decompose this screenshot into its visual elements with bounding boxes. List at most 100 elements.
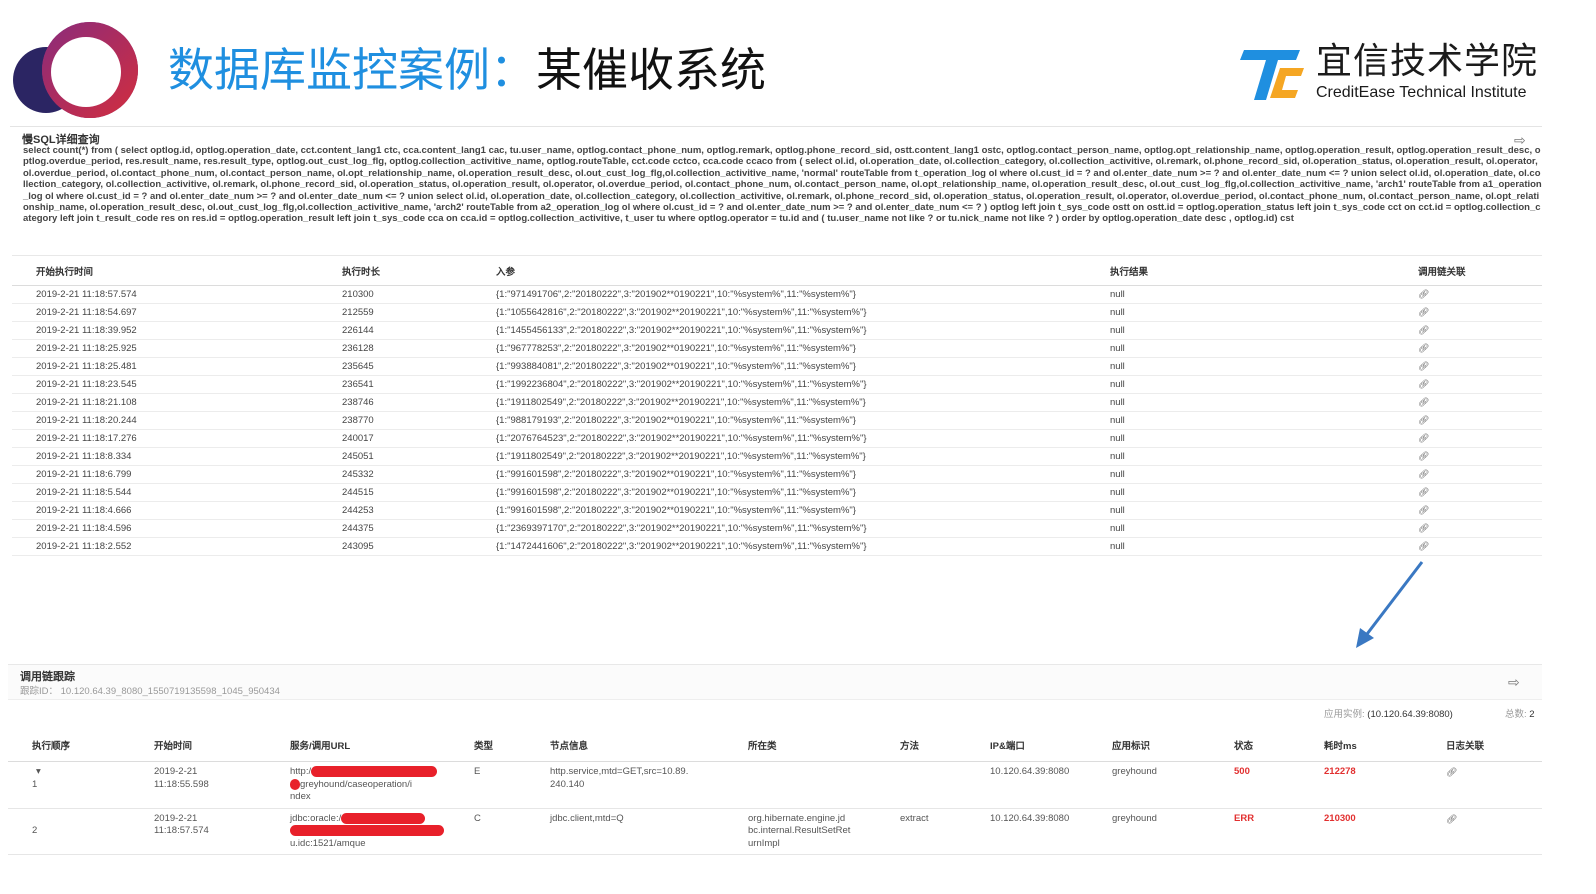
link-icon[interactable]: 🔗︎ <box>1446 767 1457 777</box>
ip-cell: 10.120.64.39:8080 <box>966 808 1088 856</box>
link-icon[interactable]: 🔗︎ <box>1418 307 1429 317</box>
params-cell: {1:"1911802549",2:"20180222",3:"201902**… <box>472 447 1086 466</box>
log-link-cell: 🔗︎ <box>1422 808 1542 856</box>
table-row: 2019-2-21 11:18:25.481 235645 {1:"99388408… <box>12 357 1542 376</box>
start-time-cell: 2019-2-21 11:18:5.544 <box>12 483 318 502</box>
column-header: 节点信息 <box>526 729 724 762</box>
column-header: 执行时长 <box>318 255 472 286</box>
result-cell: null <box>1086 321 1394 340</box>
slow-sql-panel: 慢SQL详细查询 ⇨ select count(*) from ( select… <box>10 126 1542 563</box>
duration-cell: 243095 <box>318 537 472 556</box>
start-time-cell: 2019-2-21 11:18:20.244 <box>12 411 318 430</box>
start-time-cell: 2019-2-21 11:18:2.552 <box>12 537 318 556</box>
start-time-cell: 2019-2-21 11:18:39.952 <box>12 321 318 340</box>
arrow-down-left-icon <box>1356 561 1424 648</box>
export-icon[interactable]: ⇨ <box>1508 675 1520 689</box>
link-icon[interactable]: 🔗︎ <box>1418 505 1429 515</box>
link-icon[interactable]: 🔗︎ <box>1418 379 1429 389</box>
trace-id: 跟踪ID： 10.120.64.39_8080_1550719135598_10… <box>20 686 280 697</box>
node-info-line: jdbc.client,mtd=Q <box>550 812 624 824</box>
url-tail: ndex <box>290 791 311 803</box>
class-line: org.hibernate.engine.jd <box>748 812 846 824</box>
trace-link-cell: 🔗︎ <box>1394 411 1542 430</box>
link-icon[interactable]: 🔗︎ <box>1418 433 1429 443</box>
link-icon[interactable]: 🔗︎ <box>1418 541 1429 551</box>
link-icon[interactable]: 🔗︎ <box>1418 451 1429 461</box>
column-header: 方法 <box>876 729 966 762</box>
link-icon[interactable]: 🔗︎ <box>1418 523 1429 533</box>
trace-row[interactable]: 2 2019-2-21 11:18:57.574 jdbc:oracle:/ u… <box>8 808 1542 856</box>
slow-sql-rows: 2019-2-21 11:18:57.574 210300 {1:"97149170… <box>12 285 1542 556</box>
total-info: 总数: 2 <box>1505 706 1535 720</box>
url-prefix: http:/ <box>290 766 312 778</box>
link-icon[interactable]: 🔗︎ <box>1418 415 1429 425</box>
table-header-row: 开始执行时间 执行时长 入参 执行结果 调用链关联 <box>12 255 1542 286</box>
link-icon[interactable]: 🔗︎ <box>1418 397 1429 407</box>
start-date: 2019-2-21 <box>154 766 198 777</box>
params-cell: {1:"967778253",2:"20180222",3:"201902**0… <box>472 339 1086 358</box>
result-cell: null <box>1086 483 1394 502</box>
table-row: 2019-2-21 11:18:8.334 245051 {1:"191180254… <box>12 447 1542 466</box>
duration-cell: 244253 <box>318 501 472 520</box>
redaction-mark <box>290 825 444 837</box>
link-icon[interactable]: 🔗︎ <box>1418 361 1429 371</box>
url-cell: jdbc:oracle:/ u.idc:1521/amque <box>266 808 450 856</box>
table-row: 2019-2-21 11:18:6.799 245332 {1:"991601598… <box>12 465 1542 484</box>
params-cell: {1:"988179193",2:"20180222",3:"201902**0… <box>472 411 1086 430</box>
trace-row[interactable]: ▾ 1 2019-2-21 11:18:55.598 http:/ greyho… <box>8 761 1542 809</box>
result-cell: null <box>1086 447 1394 466</box>
start-time-cell: 2019-2-21 11:18:17.276 <box>12 429 318 448</box>
column-header: 开始时间 <box>130 729 266 762</box>
start-time-cell: 2019-2-21 11:18:25.925 <box>12 339 318 358</box>
params-cell: {1:"1911802549",2:"20180222",3:"201902**… <box>472 393 1086 412</box>
trace-link-cell: 🔗︎ <box>1394 357 1542 376</box>
column-header: 状态 <box>1210 729 1300 762</box>
cost-cell: 212278 <box>1300 761 1422 809</box>
link-icon[interactable]: 🔗︎ <box>1418 343 1429 353</box>
expand-toggle-icon[interactable]: ▾ <box>32 766 130 779</box>
column-header: 类型 <box>450 729 526 762</box>
link-icon[interactable]: 🔗︎ <box>1418 325 1429 335</box>
start-time-cell: 2019-2-21 11:18:4.666 <box>12 501 318 520</box>
duration-cell: 210300 <box>318 285 472 304</box>
type-cell: C <box>450 808 526 856</box>
link-icon[interactable]: 🔗︎ <box>1418 289 1429 299</box>
params-cell: {1:"1992236804",2:"20180222",3:"201902**… <box>472 375 1086 394</box>
table-row: 2019-2-21 11:18:25.925 236128 {1:"96777825… <box>12 339 1542 358</box>
method-cell: extract <box>876 808 966 856</box>
table-row: 2019-2-21 11:18:54.697 212559 {1:"10556428… <box>12 303 1542 322</box>
trace-link-cell: 🔗︎ <box>1394 393 1542 412</box>
logo-circles-icon <box>13 22 138 118</box>
result-cell: null <box>1086 537 1394 556</box>
table-header-row: 执行顺序 开始时间 服务/调用URL 类型 节点信息 所在类 方法 IP&端口 … <box>8 729 1542 762</box>
params-cell: {1:"1055642816",2:"20180222",3:"201902**… <box>472 303 1086 322</box>
trace-panel: 调用链跟踪 跟踪ID： 10.120.64.39_8080_1550719135… <box>8 664 1542 861</box>
trace-link-cell: 🔗︎ <box>1394 519 1542 538</box>
class-line: bc.internal.ResultSetRet <box>748 825 851 837</box>
duration-cell: 236541 <box>318 375 472 394</box>
duration-cell: 226144 <box>318 321 472 340</box>
node-info-cell: jdbc.client,mtd=Q <box>526 808 724 856</box>
start-date: 2019-2-21 <box>154 812 198 824</box>
params-cell: {1:"991601598",2:"20180222",3:"201902**0… <box>472 465 1086 484</box>
params-cell: {1:"2369397170",2:"20180222",3:"201902**… <box>472 519 1086 538</box>
column-header: 入参 <box>472 255 1086 286</box>
start-time: 11:18:57.574 <box>154 825 209 837</box>
column-header: 开始执行时间 <box>12 255 318 286</box>
link-icon[interactable]: 🔗︎ <box>1418 487 1429 497</box>
status-cell: ERR <box>1210 808 1300 856</box>
brand-mark-icon <box>1240 50 1304 100</box>
result-cell: null <box>1086 519 1394 538</box>
column-header: 应用标识 <box>1088 729 1210 762</box>
link-icon[interactable]: 🔗︎ <box>1418 469 1429 479</box>
status-cell: 500 <box>1210 761 1300 809</box>
instance-value: (10.120.64.39:8080) <box>1367 709 1453 720</box>
params-cell: {1:"1455456133",2:"20180222",3:"201902**… <box>472 321 1086 340</box>
params-cell: {1:"1472441606",2:"20180222",3:"201902**… <box>472 537 1086 556</box>
app-cell: greyhound <box>1088 761 1210 809</box>
trace-link-cell: 🔗︎ <box>1394 285 1542 304</box>
start-time-cell: 2019-2-21 11:18:23.545 <box>12 375 318 394</box>
result-cell: null <box>1086 357 1394 376</box>
link-icon[interactable]: 🔗︎ <box>1446 814 1457 824</box>
url-tail: u.idc:1521/amque <box>290 837 366 849</box>
